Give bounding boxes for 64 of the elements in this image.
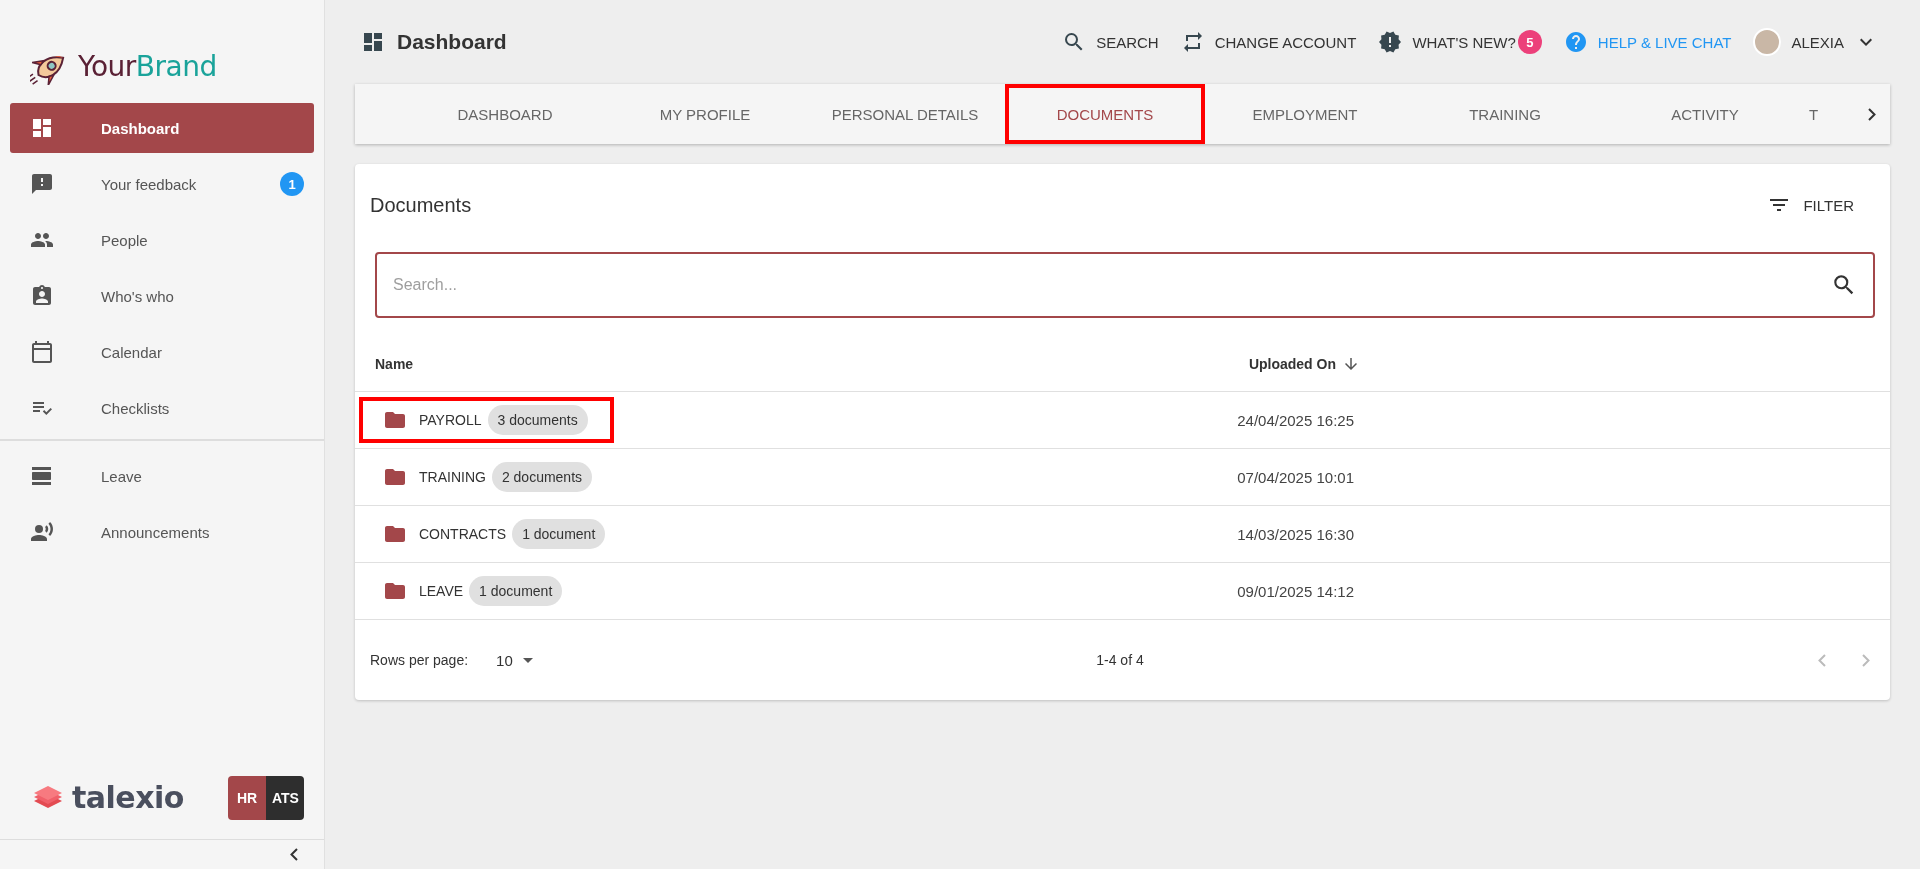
card-title: Documents bbox=[370, 193, 472, 217]
sidebar-item[interactable]: Your feedback 1 bbox=[10, 159, 314, 209]
tab[interactable]: DASHBOARD bbox=[405, 84, 605, 144]
sidebar-item[interactable]: People bbox=[10, 215, 314, 265]
document-count-chip: 2 documents bbox=[491, 462, 593, 492]
header-action-button[interactable]: WHAT'S NEW? bbox=[1378, 30, 1516, 54]
tab[interactable]: PERSONAL DETAILS bbox=[805, 84, 1005, 144]
folder-name-cell[interactable]: LEAVE 1 document bbox=[359, 568, 589, 614]
collapse-sidebar-button[interactable] bbox=[290, 848, 298, 861]
avatar-circle bbox=[1753, 28, 1782, 56]
search-field[interactable]: Search... bbox=[375, 252, 1875, 318]
document-count-chip: 3 documents bbox=[487, 405, 588, 435]
sidebar-item[interactable]: Leave bbox=[10, 451, 314, 501]
tab[interactable]: ACTIVITY bbox=[1605, 84, 1805, 144]
column-header: Uploaded On bbox=[1248, 355, 1336, 372]
count-badge: 1 bbox=[280, 172, 304, 196]
chevron-right-icon bbox=[1862, 653, 1870, 667]
module-switch-button[interactable]: ATS bbox=[266, 775, 304, 820]
speaking-person-icon bbox=[30, 520, 54, 544]
calendar-icon bbox=[30, 340, 54, 364]
tab[interactable]: TRAINING bbox=[1405, 84, 1605, 144]
sidebar-item[interactable]: Announcements bbox=[10, 507, 314, 557]
product-logo-text: talexio bbox=[72, 780, 184, 815]
table-cell-text: 07/04/2025 10:01 bbox=[1236, 468, 1355, 486]
dashboard-icon bbox=[30, 116, 54, 140]
stacked-bars-icon bbox=[30, 464, 54, 488]
tab[interactable]: MY PROFILE bbox=[605, 84, 805, 144]
header-action-button[interactable]: SEARCH bbox=[1062, 30, 1159, 54]
document-count-chip: 1 document bbox=[512, 519, 606, 549]
sidebar-item[interactable]: Calendar bbox=[10, 327, 314, 377]
sidebar-item[interactable]: Dashboard bbox=[10, 103, 314, 153]
tab[interactable]: EMPLOYMENT bbox=[1205, 84, 1405, 144]
rows-per-page-label: Rows per page: bbox=[370, 652, 469, 668]
brand-name: YourBrand bbox=[78, 50, 217, 83]
chevron-left-icon bbox=[1818, 653, 1826, 667]
table-cell-text: 14/03/2025 16:30 bbox=[1236, 525, 1355, 543]
table-cell-text: 24/04/2025 16:25 bbox=[1236, 411, 1355, 429]
count-badge: 5 bbox=[1517, 30, 1542, 54]
filter-button[interactable]: FILTER bbox=[1761, 192, 1860, 218]
sidebar-item[interactable]: Who's who bbox=[10, 271, 314, 321]
page-title: Dashboard bbox=[397, 30, 507, 54]
folder-name-cell[interactable]: CONTRACTS 1 document bbox=[359, 511, 632, 557]
folder-name-cell[interactable]: PAYROLL 3 documents bbox=[359, 397, 614, 443]
alert-badge-icon bbox=[1378, 30, 1403, 54]
column-header: Name bbox=[375, 355, 414, 372]
tab[interactable]: DOCUMENTS bbox=[1005, 84, 1205, 144]
scroll-tabs-button[interactable] bbox=[1854, 84, 1890, 144]
chevron-left-icon bbox=[290, 848, 298, 861]
page-range: 1-4 of 4 bbox=[1096, 652, 1144, 668]
table-cell-text: 09/01/2025 14:12 bbox=[1236, 582, 1355, 600]
dashboard-icon bbox=[361, 30, 385, 54]
dropdown-caret-icon bbox=[522, 657, 533, 663]
chevron-right-icon bbox=[1868, 107, 1876, 121]
sidebar-item[interactable]: Checklists bbox=[10, 383, 314, 433]
folder-name-cell[interactable]: TRAINING 2 documents bbox=[359, 454, 619, 500]
rows-per-page-select[interactable]: 10 bbox=[490, 650, 539, 670]
contact-card-icon bbox=[30, 284, 54, 308]
module-switch-button[interactable]: HR bbox=[228, 775, 266, 820]
tab[interactable]: T bbox=[1805, 84, 1835, 144]
feedback-icon bbox=[30, 172, 54, 196]
help-icon bbox=[1563, 30, 1588, 54]
header-action-button[interactable]: CHANGE ACCOUNT bbox=[1180, 30, 1357, 54]
user-menu-button[interactable]: ALEXIA bbox=[1753, 28, 1878, 56]
document-count-chip: 1 document bbox=[469, 576, 563, 606]
